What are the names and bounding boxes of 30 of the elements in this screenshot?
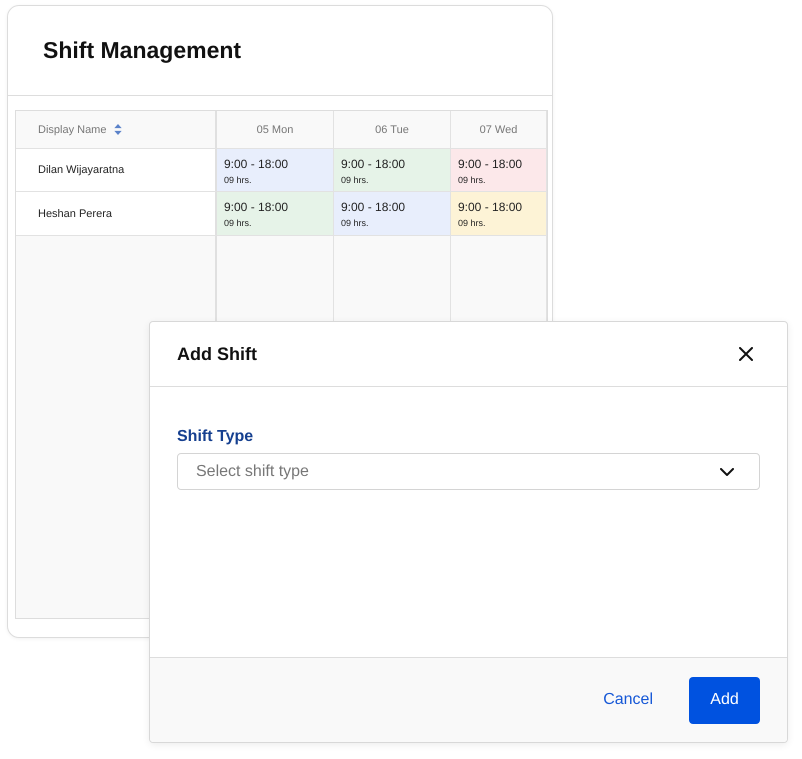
add-button[interactable]: Add (689, 676, 760, 724)
shift-hours: 09 hrs. (341, 218, 370, 228)
employee-name: Heshan Perera (16, 192, 217, 236)
shift-cell[interactable]: 9:00 - 18:00 09 hrs. (451, 192, 547, 236)
shift-hours: 09 hrs. (341, 175, 370, 185)
shift-cell[interactable]: 9:00 - 18:00 09 hrs. (217, 192, 334, 236)
shift-hours: 09 hrs. (224, 218, 253, 228)
shift-time: 9:00 - 18:00 (341, 200, 406, 214)
shift-cell[interactable]: 9:00 - 18:00 09 hrs. (217, 149, 334, 192)
employee-name: Dilan Wijayaratna (16, 149, 217, 192)
shift-time: 9:00 - 18:00 (341, 157, 406, 171)
column-header: Display Name (38, 124, 106, 136)
close-button[interactable] (738, 346, 754, 362)
shift-type-dropdown[interactable]: Select shift type (177, 453, 760, 490)
shift-hours: 09 hrs. (224, 175, 253, 185)
shift-cell[interactable]: 9:00 - 18:00 09 hrs. (334, 149, 451, 192)
page-title: Shift Management (43, 37, 242, 64)
shift-time: 9:00 - 18:00 (224, 157, 290, 171)
cancel-button[interactable]: Cancel (603, 687, 653, 713)
chevron-down-icon (720, 468, 734, 476)
shift-cell[interactable]: 9:00 - 18:00 09 hrs. (334, 192, 451, 236)
shift-time: 9:00 - 18:00 (224, 200, 290, 214)
shift-hours: 09 hrs. (458, 175, 487, 185)
shift-time: 9:00 - 18:00 (458, 200, 524, 214)
sort-icon[interactable] (114, 124, 122, 135)
shift-time: 9:00 - 18:00 (458, 157, 524, 171)
shift-cell[interactable]: 9:00 - 18:00 09 hrs. (451, 149, 547, 192)
field-label: Shift Type (177, 428, 254, 446)
shift-hours: 09 hrs. (458, 218, 487, 228)
dialog-title: Add Shift (177, 344, 257, 364)
